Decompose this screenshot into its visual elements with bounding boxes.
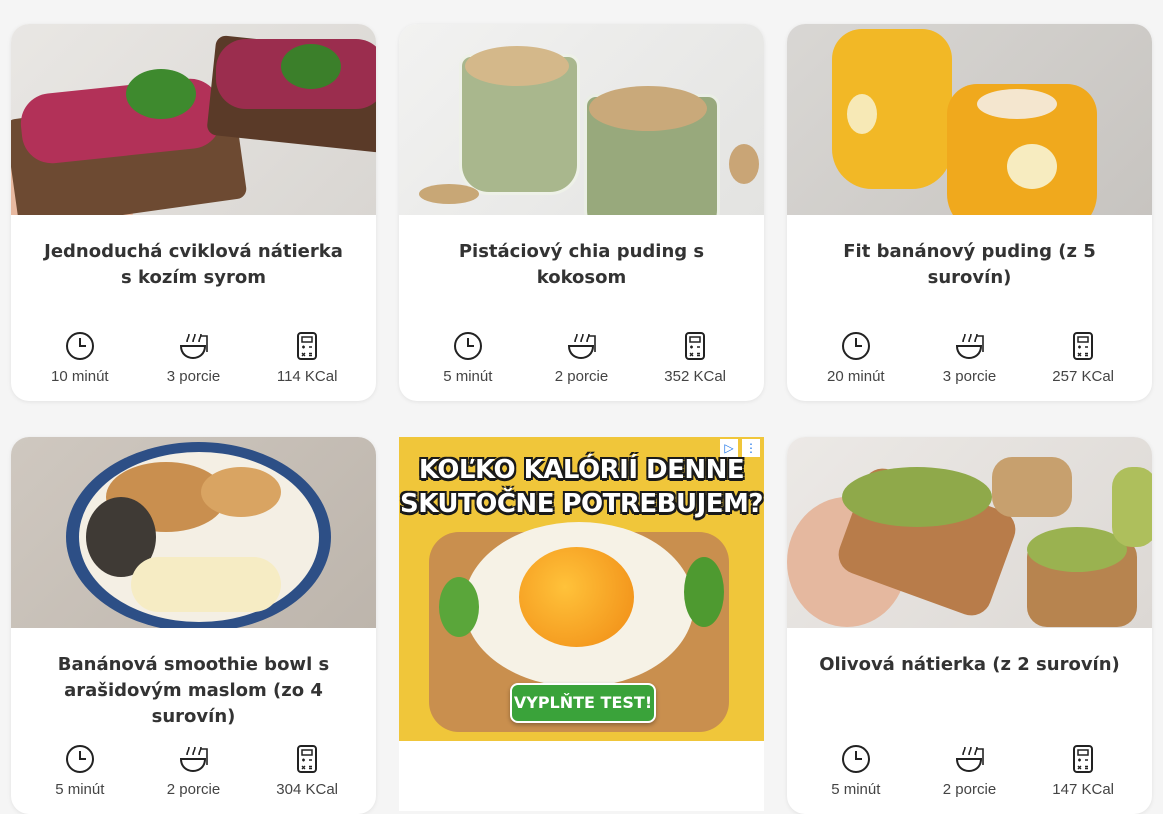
recipe-stats: 5 minút 2 porcie 304 KCal — [11, 743, 376, 798]
bowl-icon — [956, 333, 985, 360]
recipe-photo[interactable] — [11, 437, 376, 628]
clock-icon — [841, 332, 870, 360]
kcal-value: 257 KCal — [1052, 368, 1114, 385]
kcal-value: 352 KCal — [664, 368, 726, 385]
time-stat: 5 minút — [806, 743, 906, 798]
adchoices-icon[interactable]: ▷ — [720, 439, 738, 457]
portions-stat: 3 porcie — [143, 330, 243, 385]
time-stat: 20 minút — [806, 330, 906, 385]
portions-value: 2 porcie — [942, 781, 997, 798]
ad-cta-button[interactable]: VYPLŇTE TEST! — [510, 683, 656, 723]
ad-badge[interactable]: ▷ ⋮ — [720, 439, 760, 457]
kcal-stat: 304 KCal — [257, 743, 357, 798]
recipe-photo[interactable] — [399, 24, 764, 215]
recipe-title[interactable]: Olivová nátierka (z 2 surovín) — [815, 652, 1124, 704]
ad-egg-yolk-image — [519, 547, 634, 647]
recipe-photo[interactable] — [787, 437, 1152, 628]
time-stat: 5 minút — [418, 330, 518, 385]
clock-icon — [65, 745, 94, 773]
recipe-card[interactable]: Pistáciový chia puding s kokosom 5 minút… — [399, 24, 764, 401]
calculator-icon — [1073, 745, 1094, 773]
more-options-icon[interactable]: ⋮ — [742, 439, 760, 457]
time-value: 20 minút — [827, 368, 885, 385]
portions-value: 2 porcie — [554, 368, 609, 385]
time-value: 5 minút — [443, 368, 493, 385]
portions-value: 2 porcie — [166, 781, 221, 798]
recipe-title[interactable]: Banánová smoothie bowl s arašidovým masl… — [39, 652, 348, 727]
kcal-stat: 114 KCal — [257, 330, 357, 385]
recipe-card[interactable]: Fit banánový puding (z 5 surovín) 20 min… — [787, 24, 1152, 401]
recipe-photo[interactable] — [11, 24, 376, 215]
ad-headline-line2: SKUTOČNE POTREBUJEM? — [399, 489, 764, 519]
bowl-icon — [568, 333, 597, 360]
ad-greens-right — [684, 557, 724, 627]
recipe-stats: 20 minút 3 porcie 257 KCal — [787, 330, 1152, 385]
recipe-stats: 5 minút 2 porcie 352 KCal — [399, 330, 764, 385]
recipe-stats: 10 minút 3 porcie 114 KCal — [11, 330, 376, 385]
advertisement[interactable]: KOĽKO KALÓRIÍ DENNE SKUTOČNE POTREBUJEM?… — [399, 437, 764, 741]
kcal-value: 147 KCal — [1052, 781, 1114, 798]
clock-icon — [65, 332, 94, 360]
clock-icon — [841, 745, 870, 773]
calculator-icon — [297, 745, 318, 773]
recipe-card[interactable]: Olivová nátierka (z 2 surovín) 5 minút 2… — [787, 437, 1152, 814]
time-value: 5 minút — [55, 781, 105, 798]
portions-stat: 2 porcie — [531, 330, 631, 385]
recipe-title[interactable]: Pistáciový chia puding s kokosom — [427, 239, 736, 291]
portions-value: 3 porcie — [166, 368, 221, 385]
ad-greens-left — [439, 577, 479, 637]
clock-icon — [453, 332, 482, 360]
portions-stat: 3 porcie — [919, 330, 1019, 385]
portions-value: 3 porcie — [942, 368, 997, 385]
time-value: 10 minút — [51, 368, 109, 385]
bowl-icon — [180, 746, 209, 773]
calculator-icon — [685, 332, 706, 360]
recipe-photo[interactable] — [787, 24, 1152, 215]
recipe-title[interactable]: Fit banánový puding (z 5 surovín) — [815, 239, 1124, 291]
kcal-stat: 352 KCal — [645, 330, 745, 385]
recipe-title[interactable]: Jednoduchá cviklová nátierka s kozím syr… — [39, 239, 348, 291]
recipe-card[interactable]: Jednoduchá cviklová nátierka s kozím syr… — [11, 24, 376, 401]
bowl-icon — [956, 746, 985, 773]
recipe-card[interactable]: Banánová smoothie bowl s arašidovým masl… — [11, 437, 376, 814]
kcal-stat: 147 KCal — [1033, 743, 1133, 798]
calculator-icon — [297, 332, 318, 360]
time-stat: 5 minút — [30, 743, 130, 798]
bowl-icon — [180, 333, 209, 360]
kcal-value: 114 KCal — [276, 368, 338, 385]
time-value: 5 minút — [831, 781, 881, 798]
ad-headline-line1: KOĽKO KALÓRIÍ DENNE — [418, 455, 745, 485]
time-stat: 10 minút — [30, 330, 130, 385]
portions-stat: 2 porcie — [919, 743, 1019, 798]
recipe-stats: 5 minút 2 porcie 147 KCal — [787, 743, 1152, 798]
calculator-icon — [1073, 332, 1094, 360]
kcal-value: 304 KCal — [276, 781, 338, 798]
ad-footer-space — [399, 741, 764, 811]
ad-headline: KOĽKO KALÓRIÍ DENNE SKUTOČNE POTREBUJEM? — [399, 453, 764, 521]
portions-stat: 2 porcie — [143, 743, 243, 798]
kcal-stat: 257 KCal — [1033, 330, 1133, 385]
